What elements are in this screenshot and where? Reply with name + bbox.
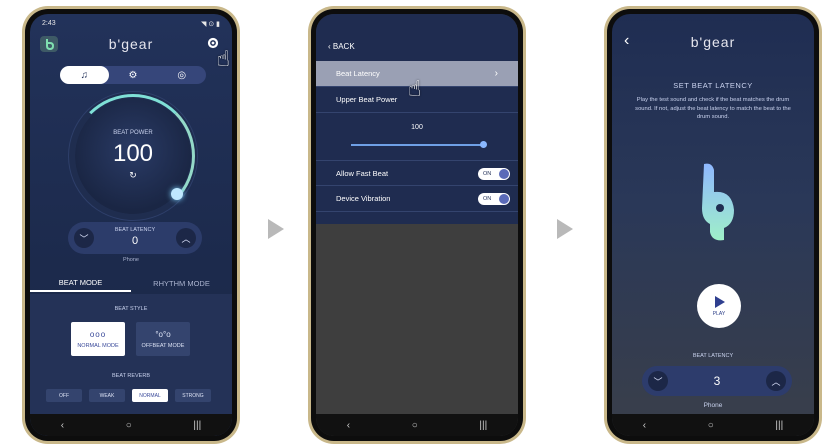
allow-fast-beat-toggle[interactable]: ON: [478, 168, 510, 180]
power-slider-handle[interactable]: [480, 141, 487, 148]
beat-latency-label: Beat Latency: [336, 69, 380, 78]
offbeat-dots-icon: °o°o: [155, 329, 171, 339]
dial-label: BEAT POWER: [113, 130, 153, 136]
dial-knob[interactable]: [171, 188, 183, 200]
step-arrow-icon: [557, 219, 573, 239]
settings-screen: ‹ BACK Beat Latency › ☝ Upper Beat Power…: [316, 14, 518, 436]
power-slider-track[interactable]: [351, 144, 483, 146]
system-nav-bar: ‹ ○ |||: [316, 414, 518, 436]
normal-mode-label: NORMAL MODE: [77, 342, 119, 349]
stage: 2:43 ◥ ⊙ ▮ b'gear ☝ ♫ ⚙ ◎ BEAT POWER 100…: [0, 0, 825, 446]
beat-style-label: BEAT STYLE: [114, 306, 148, 312]
latency-control: ﹀ BEAT LATENCY 0 ︿: [68, 222, 202, 254]
pointer-hand-icon: ☝: [216, 46, 230, 71]
phone-frame-3: ‹ b'gear SET BEAT LATENCY Play the test …: [604, 6, 822, 444]
latency-device: Phone: [123, 257, 139, 263]
gamepad-icon[interactable]: ⚙: [109, 66, 158, 84]
toggle-knob: [499, 169, 509, 179]
play-button[interactable]: PLAY: [697, 284, 741, 328]
step-arrow-icon: [268, 219, 284, 239]
instructions-text: Play the test sound and check if the bea…: [635, 97, 791, 121]
nav-home-icon[interactable]: ○: [708, 420, 714, 431]
upper-beat-power-row[interactable]: Upper Beat Power: [316, 87, 518, 113]
upper-beat-power-label: Upper Beat Power: [336, 95, 398, 104]
three-dots-icon: ooo: [89, 329, 107, 339]
screen-title: SET BEAT LATENCY: [673, 81, 753, 90]
app-logo: b'gear: [108, 36, 154, 52]
beat-power-dial[interactable]: BEAT POWER 100 ↻: [71, 94, 195, 218]
chevron-right-icon: ›: [494, 68, 498, 79]
nav-back-icon[interactable]: ‹: [347, 420, 350, 431]
music-note-icon[interactable]: ♫: [60, 66, 109, 84]
nav-recents-icon[interactable]: |||: [775, 420, 783, 431]
nav-recents-icon[interactable]: |||: [193, 420, 201, 431]
device-vibration-label: Device Vibration: [336, 194, 391, 203]
dial-value: 100: [112, 140, 154, 167]
status-bar: 2:43 ◥ ⊙ ▮: [42, 20, 220, 30]
tab-beat-mode[interactable]: BEAT MODE: [30, 274, 131, 292]
reverb-strong-button[interactable]: STRONG: [175, 389, 211, 402]
nav-home-icon[interactable]: ○: [126, 420, 132, 431]
latency-control: ﹀ 3 ︿: [642, 366, 792, 396]
offbeat-mode-label: OFFBEAT MODE: [141, 342, 185, 349]
play-icon: [715, 295, 725, 308]
nav-home-icon[interactable]: ○: [412, 420, 418, 431]
toggle-state: ON: [483, 196, 492, 202]
bgear-logo-icon: [700, 162, 736, 247]
system-nav-bar: ‹ ○ |||: [612, 414, 814, 436]
latency-label: BEAT LATENCY: [692, 353, 734, 359]
status-icons: ◥ ⊙ ▮: [201, 21, 220, 28]
mode-tabs: BEAT MODE RHYTHM MODE: [30, 274, 232, 292]
phone-frame-2: ‹ BACK Beat Latency › ☝ Upper Beat Power…: [308, 6, 526, 444]
allow-fast-beat-label: Allow Fast Beat: [336, 168, 389, 178]
back-button[interactable]: ‹ BACK: [328, 42, 355, 51]
main-screen: 2:43 ◥ ⊙ ▮ b'gear ☝ ♫ ⚙ ◎ BEAT POWER 100…: [30, 14, 232, 436]
mode-switcher: ♫ ⚙ ◎: [60, 66, 206, 84]
status-time: 2:43: [42, 20, 56, 27]
device-vibration-toggle[interactable]: ON: [478, 193, 510, 205]
play-label: PLAY: [712, 310, 726, 317]
latency-device: Phone: [703, 402, 723, 409]
slider-value: 100: [411, 124, 423, 131]
reset-icon[interactable]: ↻: [75, 170, 191, 181]
normal-mode-card[interactable]: ooo NORMAL MODE: [71, 322, 125, 356]
film-reel-icon[interactable]: ◎: [157, 66, 206, 84]
nav-back-icon[interactable]: ‹: [643, 420, 646, 431]
toggle-knob: [499, 194, 509, 204]
reverb-normal-button[interactable]: NORMAL: [132, 389, 168, 402]
phone-frame-1: 2:43 ◥ ⊙ ▮ b'gear ☝ ♫ ⚙ ◎ BEAT POWER 100…: [22, 6, 240, 444]
allow-fast-beat-row: Allow Fast Beat ON: [316, 160, 518, 186]
nav-back-icon[interactable]: ‹: [61, 420, 64, 431]
nav-recents-icon[interactable]: |||: [479, 420, 487, 431]
toggle-state: ON: [483, 171, 492, 177]
app-logo: b'gear: [690, 34, 736, 50]
beat-reverb-label: BEAT REVERB: [111, 373, 150, 379]
tab-rhythm-mode[interactable]: RHYTHM MODE: [131, 274, 232, 292]
latency-increase-button[interactable]: ︿: [176, 228, 196, 248]
device-vibration-row: Device Vibration ON: [316, 186, 518, 212]
reverb-off-button[interactable]: OFF: [46, 389, 82, 402]
reverb-weak-button[interactable]: WEAK: [89, 389, 125, 402]
latency-increase-button[interactable]: ︿: [766, 371, 786, 391]
system-nav-bar: ‹ ○ |||: [30, 414, 232, 436]
offbeat-mode-card[interactable]: °o°o OFFBEAT MODE: [136, 322, 190, 356]
set-latency-screen: ‹ b'gear SET BEAT LATENCY Play the test …: [612, 14, 814, 436]
